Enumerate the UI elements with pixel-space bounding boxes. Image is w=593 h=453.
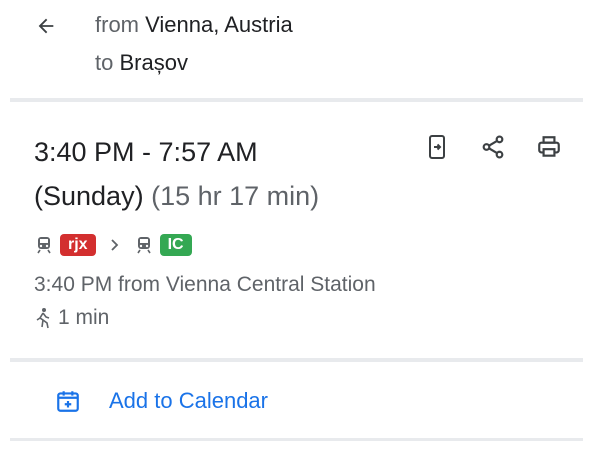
to-prefix: to bbox=[95, 50, 114, 75]
divider bbox=[10, 438, 583, 441]
trip-duration: (15 hr 17 min) bbox=[151, 181, 320, 211]
walk-duration: 1 min bbox=[58, 306, 110, 329]
print-button[interactable] bbox=[532, 130, 566, 164]
route-to: to Brașov bbox=[95, 44, 293, 82]
route-summary: from Vienna, Austria to Brașov bbox=[95, 6, 293, 82]
add-to-calendar-button[interactable]: Add to Calendar bbox=[55, 388, 268, 414]
trip-actions bbox=[420, 130, 566, 164]
walk-icon bbox=[34, 307, 52, 329]
route-from: from Vienna, Austria bbox=[95, 6, 293, 44]
divider bbox=[10, 98, 583, 102]
leg-badge-ic: IC bbox=[159, 234, 192, 256]
share-icon bbox=[482, 135, 504, 159]
trip-legs: rjx IC bbox=[34, 232, 192, 258]
walk-info: 1 min bbox=[34, 303, 109, 333]
send-to-phone-icon bbox=[429, 135, 445, 159]
chevron-right-icon bbox=[110, 238, 120, 252]
time-range: 3:40 PM - 7:57 AM bbox=[34, 137, 258, 167]
back-arrow-icon bbox=[38, 18, 54, 34]
calendar-add-icon bbox=[55, 388, 81, 414]
train-icon bbox=[34, 235, 54, 255]
departure-info: 3:40 PM from Vienna Central Station bbox=[34, 273, 376, 296]
from-prefix: from bbox=[95, 12, 139, 37]
trip-day-duration: (Sunday) (15 hr 17 min) bbox=[34, 174, 414, 218]
back-button[interactable] bbox=[30, 10, 62, 42]
send-to-phone-button[interactable] bbox=[420, 130, 454, 164]
trip-times: 3:40 PM - 7:57 AM (Sunday) (15 hr 17 min… bbox=[34, 130, 414, 218]
share-button[interactable] bbox=[476, 130, 510, 164]
to-place: Brașov bbox=[119, 50, 188, 75]
divider bbox=[10, 358, 583, 362]
leg-badge-rjx: rjx bbox=[60, 234, 96, 256]
trip-day: (Sunday) bbox=[34, 181, 144, 211]
from-place: Vienna, Austria bbox=[145, 12, 293, 37]
train-icon bbox=[134, 235, 154, 255]
print-icon bbox=[538, 136, 560, 157]
add-to-calendar-label: Add to Calendar bbox=[109, 388, 268, 413]
